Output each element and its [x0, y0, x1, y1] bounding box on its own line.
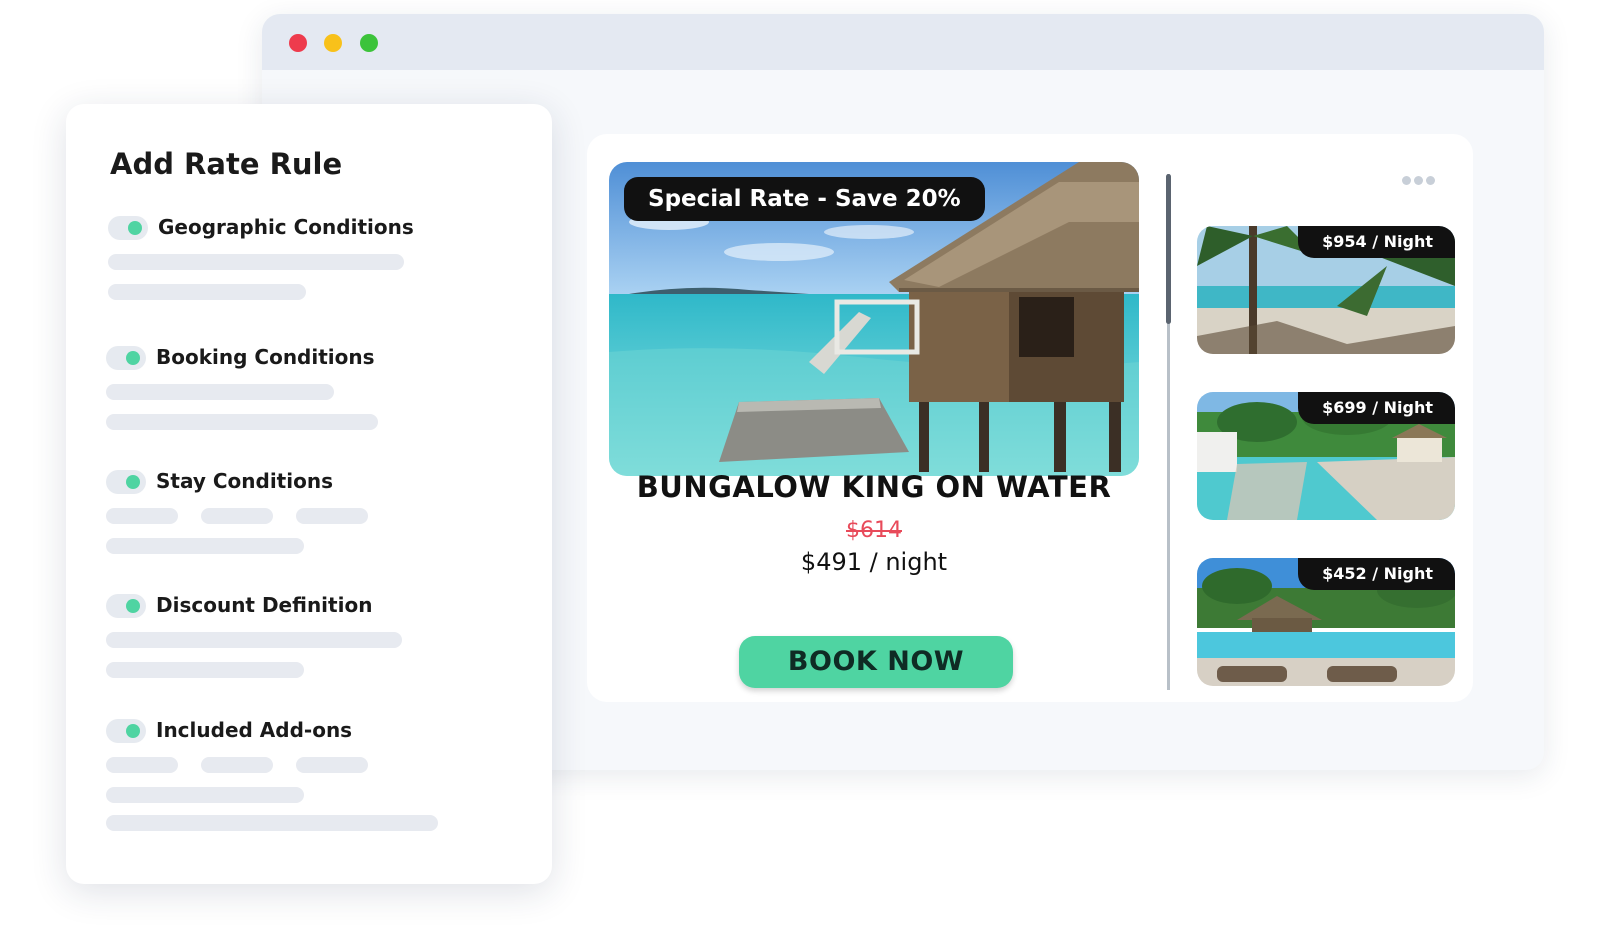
- placeholder-chip: [201, 508, 273, 524]
- thumbnail-price-tag: $452 / Night: [1298, 558, 1455, 590]
- booking-conditions-toggle[interactable]: [106, 346, 146, 370]
- section-label: Booking Conditions: [156, 345, 375, 369]
- browser-title-bar: [262, 14, 1544, 70]
- section-label: Stay Conditions: [156, 469, 333, 493]
- placeholder-field: [106, 414, 378, 430]
- placeholder-field: [106, 662, 304, 678]
- placeholder-chip: [296, 757, 368, 773]
- special-rate-badge: Special Rate - Save 20%: [624, 177, 985, 221]
- panel-title: Add Rate Rule: [110, 147, 343, 181]
- minimize-window-button[interactable]: [324, 34, 342, 52]
- room-thumbnail-3[interactable]: $452 / Night: [1197, 558, 1455, 686]
- more-horizontal-icon[interactable]: [1402, 170, 1442, 185]
- section-label: Geographic Conditions: [158, 215, 414, 239]
- book-now-button[interactable]: BOOK NOW: [739, 636, 1013, 688]
- placeholder-field: [108, 284, 306, 300]
- scrollbar-thumb[interactable]: [1166, 174, 1171, 324]
- discounted-price: $491 / night: [800, 548, 948, 576]
- placeholder-field: [106, 538, 304, 554]
- original-price: $614: [846, 518, 902, 543]
- room-title: BUNGALOW KING ON WATER: [636, 470, 1112, 504]
- stay-conditions-toggle[interactable]: [106, 470, 146, 494]
- placeholder-field: [106, 632, 402, 648]
- maximize-window-button[interactable]: [360, 34, 378, 52]
- thumbnail-price-tag: $954 / Night: [1298, 226, 1455, 258]
- placeholder-field: [106, 384, 334, 400]
- included-add-ons-toggle[interactable]: [106, 719, 146, 743]
- rate-rule-panel: Add Rate Rule Geographic Conditions Book…: [66, 104, 552, 884]
- geographic-conditions-toggle[interactable]: [108, 216, 148, 240]
- placeholder-chip: [106, 757, 178, 773]
- section-label: Included Add-ons: [156, 718, 353, 742]
- section-label: Discount Definition: [156, 593, 373, 617]
- thumbnail-price-tag: $699 / Night: [1298, 392, 1455, 424]
- close-window-button[interactable]: [289, 34, 307, 52]
- room-thumbnail-2[interactable]: $699 / Night: [1197, 392, 1455, 520]
- placeholder-chip: [201, 757, 273, 773]
- placeholder-chip: [106, 508, 178, 524]
- placeholder-field: [106, 787, 304, 803]
- featured-room-image[interactable]: Special Rate - Save 20%: [609, 162, 1139, 476]
- room-offer-card: Special Rate - Save 20% BUNGALOW KING ON…: [587, 134, 1473, 702]
- discount-definition-toggle[interactable]: [106, 594, 146, 618]
- placeholder-field: [108, 254, 404, 270]
- room-thumbnail-1[interactable]: $954 / Night: [1197, 226, 1455, 354]
- placeholder-field: [106, 815, 438, 831]
- placeholder-chip: [296, 508, 368, 524]
